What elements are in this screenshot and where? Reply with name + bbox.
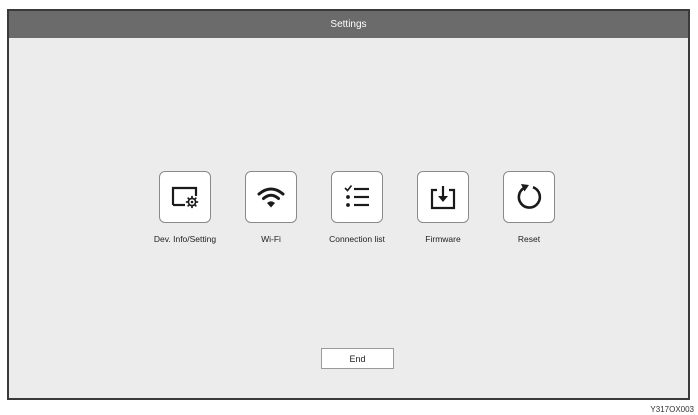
download-tray-icon xyxy=(430,186,456,210)
dev-info-setting-tile[interactable] xyxy=(159,171,211,223)
dev-info-setting-label: Dev. Info/Setting xyxy=(153,234,217,244)
settings-menu: Dev. Info/Setting Wi-Fi Connection list … xyxy=(9,38,688,398)
end-button[interactable]: End xyxy=(321,348,394,369)
connection-list-label: Connection list xyxy=(329,234,385,244)
wifi-label: Wi-Fi xyxy=(261,234,281,244)
connection-list-tile[interactable] xyxy=(331,171,383,223)
reset-arrow-icon xyxy=(517,184,542,209)
firmware-label: Firmware xyxy=(425,234,461,244)
monitor-gear-icon xyxy=(171,186,199,209)
settings-screen: Settings Dev. Info/Setting Wi-Fi Connect… xyxy=(7,9,690,400)
checklist-icon xyxy=(344,185,369,207)
wifi-tile[interactable] xyxy=(245,171,297,223)
dev-info-setting-button[interactable]: Dev. Info/Setting xyxy=(135,171,235,251)
wifi-button[interactable]: Wi-Fi xyxy=(221,171,321,251)
title-bar: Settings xyxy=(9,11,688,38)
connection-list-button[interactable]: Connection list xyxy=(307,171,407,251)
wifi-icon xyxy=(257,187,285,208)
reset-button[interactable]: Reset xyxy=(479,171,579,251)
reset-tile[interactable] xyxy=(503,171,555,223)
firmware-tile[interactable] xyxy=(417,171,469,223)
firmware-button[interactable]: Firmware xyxy=(393,171,493,251)
figure-code: Y317OX003 xyxy=(650,405,694,414)
page-title: Settings xyxy=(330,19,367,30)
reset-label: Reset xyxy=(517,234,541,244)
